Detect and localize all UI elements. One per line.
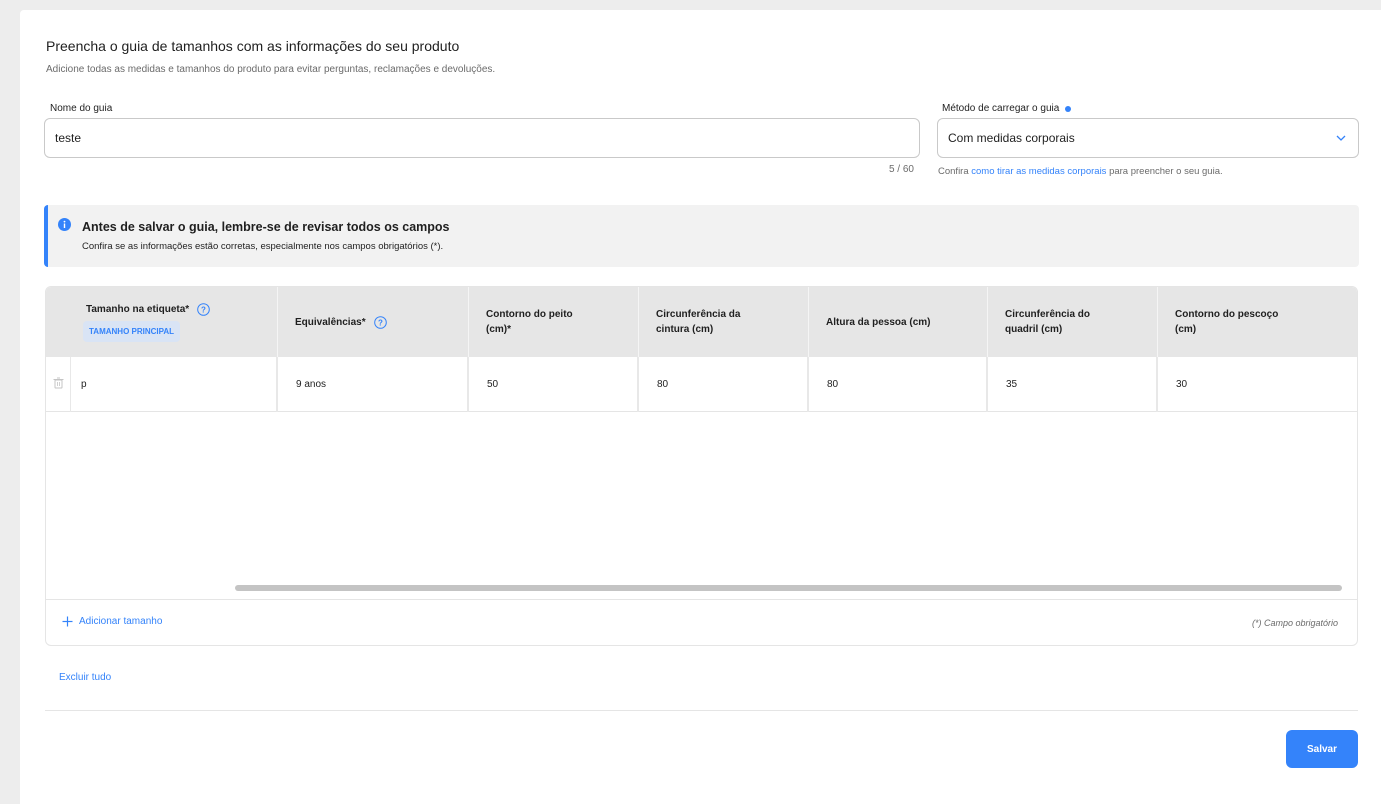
cell-value: p (81, 379, 87, 390)
guide-name-label: Nome do guia (50, 103, 113, 114)
table-header: Tamanho na etiqueta* ? TAMANHO PRINCIPAL… (46, 287, 1357, 357)
help-icon[interactable]: ? (373, 315, 387, 329)
cell-height[interactable]: 80 (807, 357, 987, 412)
guide-name-value: teste (55, 131, 82, 145)
cell-hip[interactable]: 35 (986, 357, 1157, 412)
method-helper: Confira como tirar as medidas corporais … (938, 166, 1223, 177)
chevron-down-icon (1336, 135, 1346, 141)
cell-size-label[interactable]: p (70, 357, 277, 412)
col-header-text: Equivalências* (295, 316, 366, 328)
method-label-text: Método de carregar o guia (942, 103, 1060, 114)
method-select-value: Com medidas corporais (948, 131, 1075, 145)
col-header-waist: Circunferência da cintura (cm) (638, 287, 808, 357)
cell-value: 9 anos (296, 379, 327, 390)
plus-icon (62, 616, 73, 627)
help-icon[interactable]: ? (197, 303, 210, 316)
helper-suffix: para preencher o seu guia. (1106, 166, 1223, 177)
method-label: Método de carregar o guia (942, 103, 1072, 114)
cell-value: 80 (827, 379, 839, 390)
char-counter: 5 / 60 (888, 164, 914, 175)
col-header-hip: Circunferência do quadril (cm) (987, 287, 1157, 357)
cell-neck[interactable]: 30 (1156, 357, 1357, 412)
col-header-chest: Contorno do peito (cm)* (468, 287, 638, 357)
cell-value: 50 (487, 379, 499, 390)
cell-value: 30 (1176, 379, 1188, 390)
delete-all-link[interactable]: Excluir tudo (59, 672, 111, 683)
add-size-button[interactable]: Adicionar tamanho (62, 616, 162, 627)
main-size-tag: TAMANHO PRINCIPAL (83, 321, 181, 342)
svg-text:?: ? (201, 305, 206, 314)
page-title: Preencha o guia de tamanhos com as infor… (46, 38, 460, 54)
horizontal-scrollbar[interactable] (235, 585, 1342, 591)
col-header-text: Circunferência da cintura (cm) (656, 309, 741, 335)
page-subtitle: Adicione todas as medidas e tamanhos do … (46, 64, 496, 75)
info-dot-icon (1065, 105, 1072, 112)
method-select[interactable]: Com medidas corporais (937, 118, 1359, 158)
cell-value: 35 (1006, 379, 1018, 390)
col-header-neck: Contorno do pescoço (cm) (1157, 287, 1357, 357)
helper-prefix: Confira (938, 166, 972, 177)
table-row: p 9 anos 50 80 80 35 30 (46, 357, 1357, 412)
size-guide-card: Preencha o guia de tamanhos com as infor… (20, 10, 1381, 804)
review-banner: Antes de salvar o guia, lembre-se de rev… (44, 205, 1359, 267)
section-divider (45, 710, 1358, 711)
banner-text: Confira se as informações estão corretas… (82, 241, 444, 252)
col-header-text: Circunferência do quadril (cm) (1005, 309, 1091, 335)
cell-chest[interactable]: 50 (467, 357, 638, 412)
trash-icon[interactable] (53, 377, 64, 389)
required-field-note: (*) Campo obrigatório (1251, 618, 1338, 628)
col-header-height: Altura da pessoa (cm) (808, 287, 987, 357)
table-footer-divider (46, 599, 1357, 600)
cell-waist[interactable]: 80 (637, 357, 808, 412)
cell-value: 80 (657, 379, 669, 390)
col-header-text: Altura da pessoa (cm) (826, 316, 931, 328)
svg-text:?: ? (378, 318, 383, 327)
col-header-equivalences: Equivalências* ? (277, 287, 468, 357)
banner-title: Antes de salvar o guia, lembre-se de rev… (82, 220, 450, 234)
body-measures-link[interactable]: como tirar as medidas corporais (971, 166, 1106, 177)
col-header-text: Contorno do peito (cm)* (486, 309, 573, 335)
col-header-text: Tamanho na etiqueta* (86, 304, 190, 315)
col-header-size-label: Tamanho na etiqueta* ? TAMANHO PRINCIPAL (46, 287, 277, 357)
add-size-label: Adicionar tamanho (79, 616, 163, 627)
col-header-text: Contorno do pescoço (cm) (1175, 309, 1279, 335)
size-table: Tamanho na etiqueta* ? TAMANHO PRINCIPAL… (45, 286, 1358, 646)
cell-equivalence[interactable]: 9 anos (276, 357, 468, 412)
save-button[interactable]: Salvar (1286, 730, 1358, 768)
info-icon (58, 218, 71, 231)
guide-name-input[interactable]: teste (44, 118, 920, 158)
